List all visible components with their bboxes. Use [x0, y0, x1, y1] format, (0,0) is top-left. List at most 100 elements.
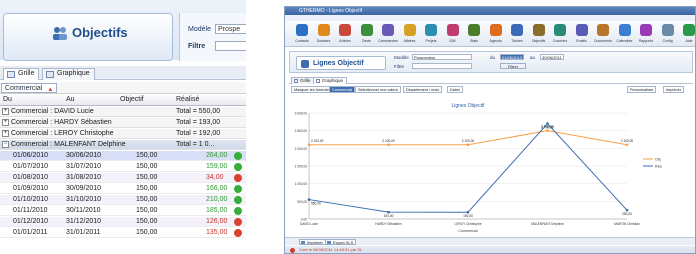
toolbar-button[interactable]: Affaires [399, 23, 421, 47]
toolbar-label: Stats [470, 39, 478, 43]
view-tabs: Grille Graphique [0, 66, 246, 80]
data-label: 2 100,00 [382, 139, 395, 143]
toolbar-button[interactable]: Objectifs [528, 23, 550, 47]
group-row[interactable]: + Commercial : DAVID Lucie Total = 550,00 [0, 107, 246, 117]
filtre-input[interactable] [215, 41, 246, 51]
col-du[interactable]: Du [3, 96, 12, 103]
ribbon-title: Lignes Objectif [313, 60, 364, 67]
group-chip-commercial[interactable]: Commercial ▲ [1, 83, 58, 93]
chart-option[interactable]: Sélectionner une valeur [355, 86, 401, 93]
toolbar-button[interactable]: Commandes [377, 23, 399, 47]
cell-realise: 34,00 [206, 174, 224, 181]
window-titlebar: GTHERMO - Lignes Objectif [285, 7, 695, 21]
data-label: 2 700,00 [541, 126, 554, 130]
data-point [546, 122, 549, 125]
modele-input[interactable]: Prospe [215, 24, 246, 34]
toolbar-button[interactable]: Calendrier [614, 23, 636, 47]
status-down-icon [234, 229, 242, 237]
table-row[interactable]: 01/11/2010 30/11/2010 150,00 185,00 [0, 206, 246, 216]
col-objectif[interactable]: Objectif [120, 96, 144, 103]
sort-arrow-icon: ▲ [47, 87, 54, 93]
ribbon-au-input[interactable]: 30/06/2011 [540, 54, 564, 60]
grid-icon [294, 79, 298, 83]
expand-icon[interactable]: + [2, 108, 9, 115]
toolbar-button[interactable]: Config [657, 23, 679, 47]
chart-option[interactable]: Commercial [329, 86, 356, 93]
chart-action[interactable]: Imprimer [663, 86, 684, 93]
data-label: 550,00 [311, 202, 321, 206]
ribbon-filtre-input[interactable] [412, 63, 472, 69]
data-point [307, 143, 311, 146]
table-row[interactable]: 01/01/2011 31/01/2011 150,00 135,00 [0, 228, 246, 238]
y-tick-label: 3 000,00 [295, 112, 308, 116]
group-row[interactable]: + Commercial : HARDY Sébastien Total = 193… [0, 118, 246, 128]
toolbar-icon [296, 24, 308, 36]
group-label: Commercial : LEROY Christophe [11, 130, 114, 137]
window-title: GTHERMO - Lignes Objectif [299, 8, 363, 14]
group-row[interactable]: + Commercial : LEROY Christophe Total = 19… [0, 129, 246, 139]
toolbar-button[interactable]: Stats [463, 23, 485, 47]
x-tick-label: LEROY Christophe [454, 222, 481, 226]
window-tab-graphique[interactable]: Graphique [313, 77, 348, 84]
chart-option[interactable]: Masquer les formules [291, 86, 334, 93]
toolbar-label: Projets [425, 39, 437, 43]
cell-objectif: 150,00 [136, 207, 158, 214]
legend-label: Obj [655, 157, 661, 161]
toolbar-button[interactable]: SAV [442, 23, 464, 47]
chart-option[interactable]: Dates [447, 86, 463, 93]
toolbar-label: Agenda [489, 39, 502, 43]
toolbar-icon [403, 24, 416, 36]
cell-au: 31/07/2010 [66, 163, 102, 170]
table-row[interactable]: 01/08/2010 31/08/2010 150,00 34,00 [0, 173, 246, 183]
ribbon-au-label: au [530, 55, 536, 60]
toolbar-label: Affaires [403, 39, 416, 43]
toolbar-button[interactable]: Documents [592, 23, 614, 47]
ribbon-modele-input[interactable]: Prospecteur [412, 54, 472, 60]
filter-button[interactable]: Filtrer [500, 63, 526, 69]
window-tab-grille[interactable]: Grille [291, 77, 315, 84]
toolbar-button[interactable]: Courriers [549, 23, 571, 47]
toolbar-button[interactable]: Rapports [635, 23, 657, 47]
group-total: Total = 192,00 [176, 130, 221, 137]
collapse-icon[interactable]: − [2, 141, 9, 148]
tab-grille[interactable]: Grille [3, 68, 40, 80]
expand-icon[interactable]: + [2, 130, 9, 137]
col-realise[interactable]: Réalisé [176, 96, 199, 103]
toolbar-button[interactable]: Aide [678, 23, 695, 47]
toolbar-label: Courriers [552, 39, 568, 43]
table-row[interactable]: 01/09/2010 30/09/2010 150,00 166,00 [0, 184, 246, 194]
cell-au: 31/08/2010 [66, 174, 102, 181]
col-au[interactable]: Au [66, 96, 75, 103]
chart-action[interactable]: Personnaliser [627, 86, 657, 93]
bottom-button[interactable]: Imprimer [299, 239, 326, 245]
toolbar-button[interactable]: Dossiers [313, 23, 335, 47]
toolbar-button[interactable]: Tâches [506, 23, 528, 47]
table-row[interactable]: 01/06/2010 30/06/2010 150,00 264,00 [0, 151, 246, 161]
expand-icon[interactable]: + [2, 119, 9, 126]
tab-graphique[interactable]: Graphique [42, 68, 95, 80]
x-tick-label: HARDY Sébastien [375, 222, 401, 226]
table-row[interactable]: 01/07/2010 31/07/2010 150,00 159,00 [0, 162, 246, 172]
data-point [466, 143, 470, 146]
toolbar-button[interactable]: Articles [334, 23, 356, 47]
toolbar-button[interactable]: Projets [420, 23, 442, 47]
bottom-button[interactable]: Export XLS [325, 239, 357, 245]
toolbar-icon [446, 24, 459, 36]
cell-realise: 126,00 [206, 218, 228, 225]
toolbar-button[interactable]: Contacts [291, 23, 313, 47]
table-row[interactable]: 01/12/2010 31/12/2010 150,00 126,00 [0, 217, 246, 227]
bottom-button-label: Export XLS [333, 240, 354, 245]
data-point [387, 143, 390, 146]
cell-objectif: 150,00 [136, 163, 158, 170]
toolbar-button[interactable]: Agenda [485, 23, 507, 47]
table-row[interactable]: 01/10/2010 31/10/2010 150,00 210,00 [0, 195, 246, 205]
chart-option[interactable]: Département / mois [403, 86, 443, 93]
toolbar-button[interactable]: Emails [571, 23, 593, 47]
toolbar-label: Emails [576, 39, 587, 43]
toolbar-icon [468, 24, 480, 36]
filtre-label: Filtre [188, 43, 206, 50]
group-row[interactable]: − Commercial : MALENFANT Delphine Total = … [0, 140, 246, 150]
toolbar-button[interactable]: Devis [356, 23, 378, 47]
ribbon-du-input[interactable]: 01/06/2010 [500, 54, 524, 60]
toolbar-icon [425, 24, 437, 36]
